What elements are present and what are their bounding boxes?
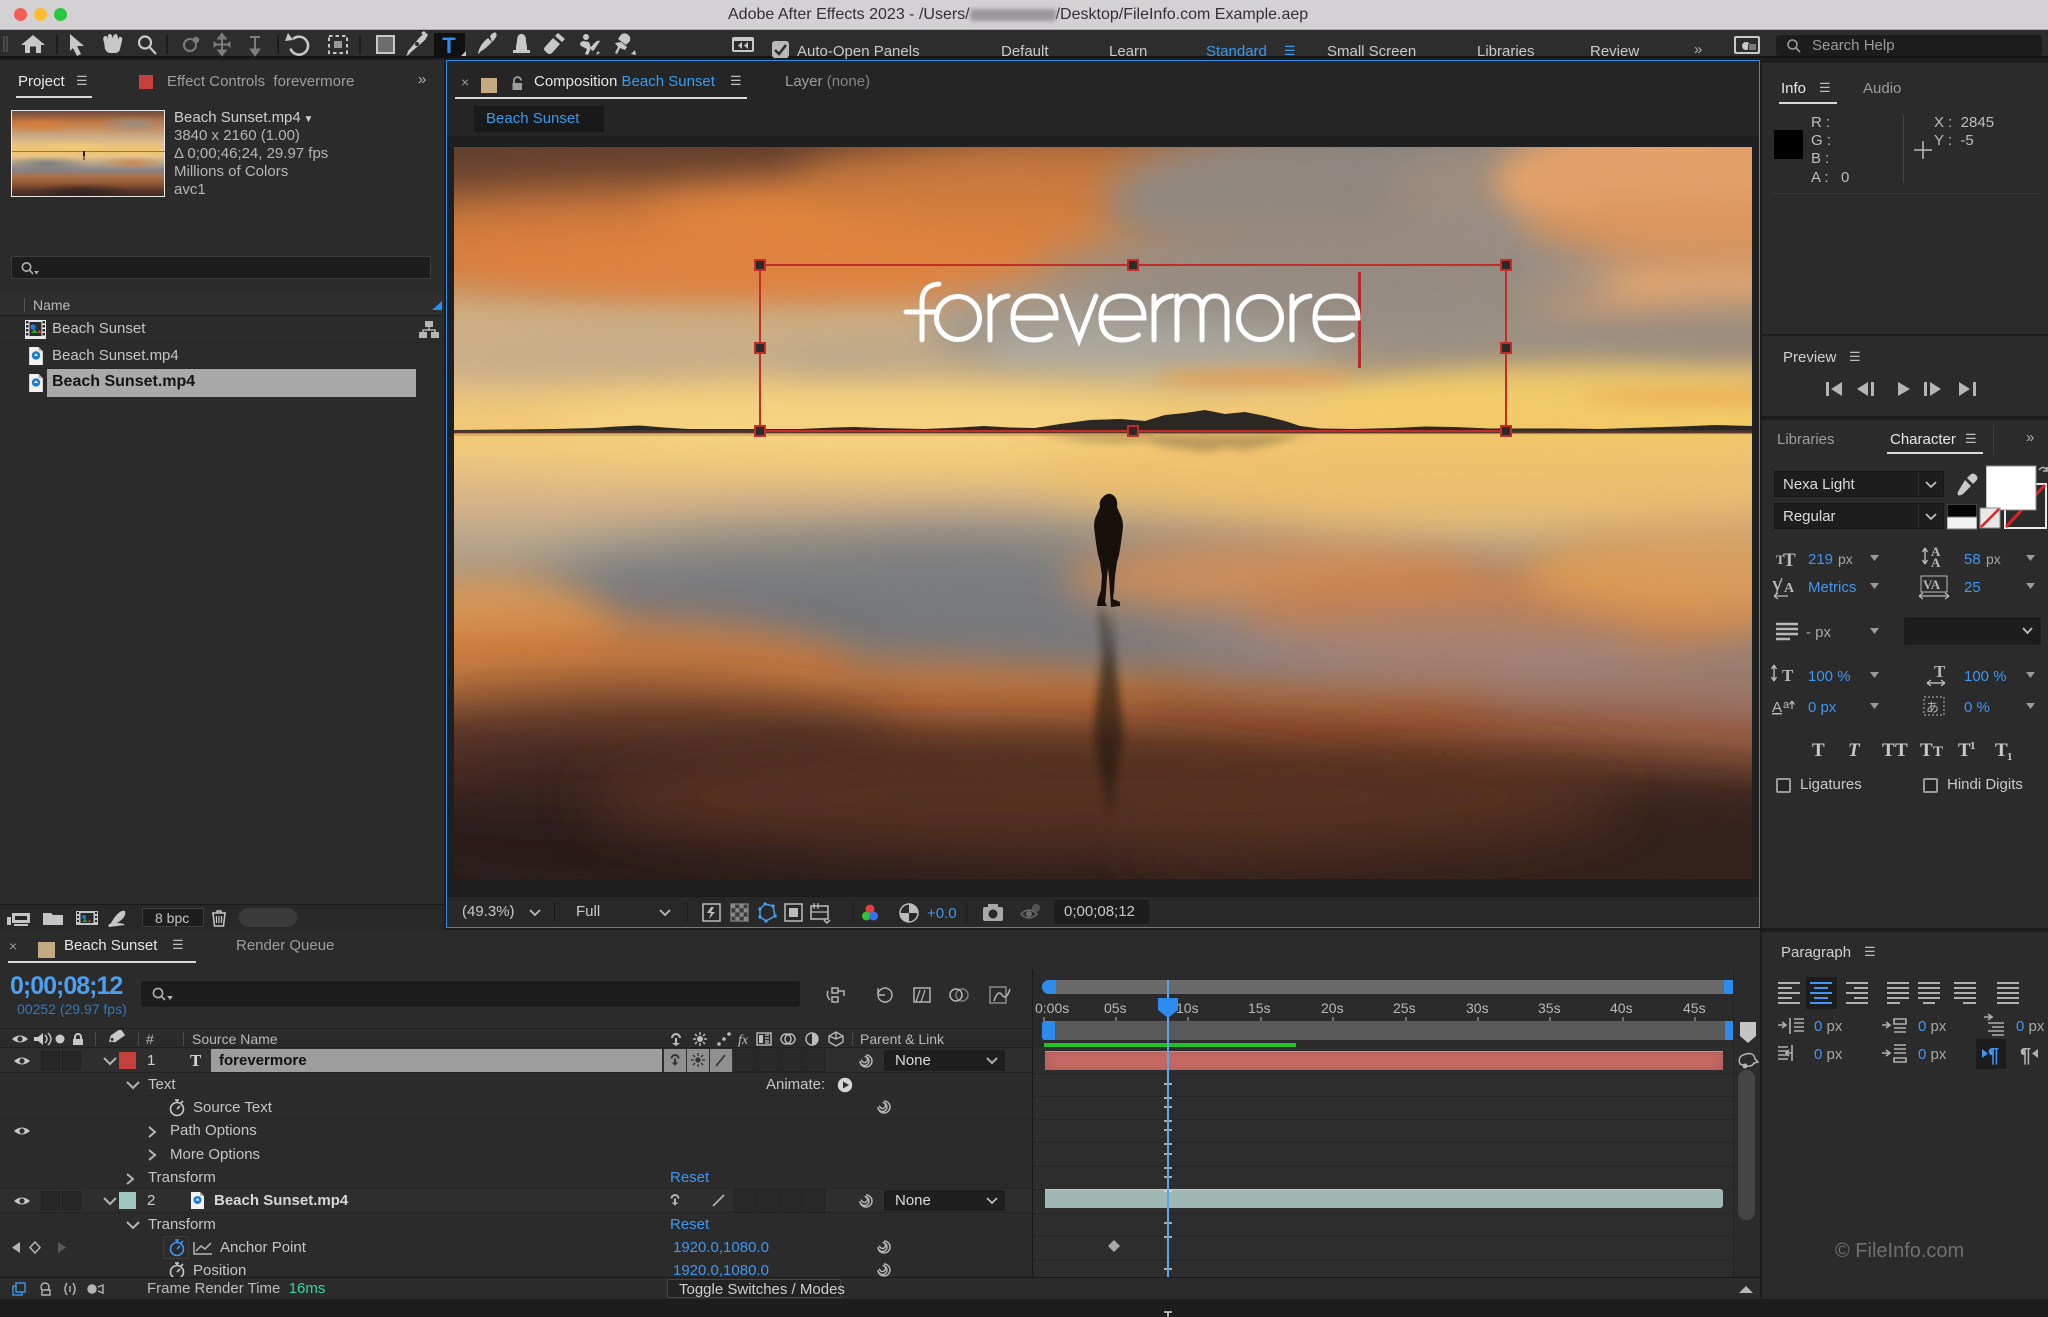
svg-text:A: A: [1931, 555, 1941, 570]
svg-text:T: T: [1933, 744, 1943, 760]
svg-text:A: A: [1772, 699, 1782, 716]
svg-text:VA: VA: [1923, 577, 1941, 592]
svg-text:px: px: [1838, 551, 1853, 567]
svg-text:- px: - px: [1806, 624, 1832, 641]
svg-text:1: 1: [2007, 751, 2013, 763]
svg-text:T: T: [1934, 662, 1946, 681]
svg-text:0 px: 0 px: [1814, 1046, 1843, 1063]
svg-text:0 px: 0 px: [1918, 1046, 1947, 1063]
svg-text:T: T: [1783, 550, 1796, 571]
svg-text:0 px: 0 px: [1808, 699, 1837, 716]
svg-text:0 px: 0 px: [2016, 1018, 2045, 1035]
svg-text:¶: ¶: [2020, 1045, 2031, 1067]
svg-text:0 %: 0 %: [1964, 699, 1990, 716]
svg-text:25: 25: [1964, 579, 1981, 596]
svg-text:100 %: 100 %: [1808, 668, 1851, 685]
svg-text:T: T: [1882, 740, 1895, 761]
svg-text:T: T: [1920, 740, 1933, 761]
svg-text:T: T: [442, 33, 456, 58]
svg-text:100 %: 100 %: [1964, 668, 2007, 685]
svg-text:fx: fx: [738, 1033, 749, 1047]
svg-text:T: T: [1812, 740, 1825, 761]
svg-text:T: T: [1848, 740, 1861, 761]
svg-text:T: T: [1782, 666, 1794, 685]
svg-text:A: A: [1784, 581, 1795, 596]
svg-text:0 px: 0 px: [1918, 1018, 1947, 1035]
svg-text:¶: ¶: [1988, 1045, 1999, 1067]
svg-text:T: T: [1895, 740, 1908, 761]
svg-text:a: a: [1783, 699, 1790, 711]
svg-text:58: 58: [1964, 551, 1981, 568]
svg-text:Metrics: Metrics: [1808, 579, 1856, 596]
svg-text:1: 1: [1970, 740, 1976, 752]
svg-text:0 px: 0 px: [1814, 1018, 1843, 1035]
svg-text:px: px: [1986, 551, 2001, 567]
svg-text:あ: あ: [1926, 700, 1939, 715]
svg-text:219: 219: [1808, 551, 1833, 568]
svg-text:+0.0: +0.0: [927, 905, 957, 922]
